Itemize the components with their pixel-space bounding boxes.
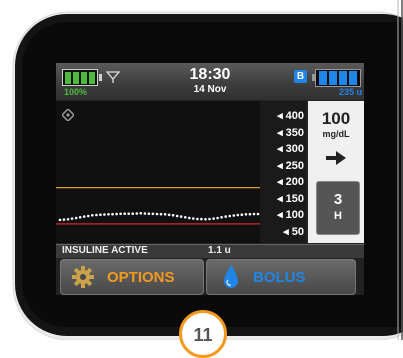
options-label: OPTIONS: [107, 269, 175, 286]
glucose-point: [232, 214, 236, 217]
glucose-point: [143, 212, 147, 215]
glucose-point: [135, 212, 139, 215]
glucose-point: [216, 216, 219, 220]
glucose-point: [179, 215, 183, 218]
glucose-graph: [56, 101, 260, 243]
callout-badge: 11: [179, 310, 227, 358]
scale-tick: ◂ 150: [277, 192, 304, 205]
glucose-point: [58, 218, 62, 222]
glucose-point: [184, 216, 187, 219]
glucose-point: [192, 217, 195, 220]
drop-icon: [224, 265, 238, 288]
glucose-point: [188, 216, 191, 220]
reservoir-icon: [312, 69, 361, 87]
glucose-point: [228, 214, 231, 218]
glucose-point: [248, 212, 252, 216]
glucose-point: [115, 212, 118, 216]
glucose-point: [167, 213, 171, 217]
callout-number: 11: [193, 325, 213, 345]
glucose-point: [212, 217, 215, 220]
hours-value: 3: [333, 191, 343, 208]
glucose-point: [99, 213, 102, 216]
glucose-point: [244, 213, 248, 216]
glucose-unit: mg/dL: [322, 129, 350, 139]
insulin-active-value: 1.1 u: [208, 245, 231, 256]
insulin-active-label: INSULINE ACTIVE: [62, 245, 148, 256]
glucose-point: [220, 216, 223, 219]
glucose-point: [200, 217, 203, 221]
arrow-right-icon: [326, 151, 346, 165]
glucose-point: [139, 212, 143, 215]
pump-screen: 100% 18:30 14 Nov B 235 u ◂ 400 ◂ 350 ◂ 30…: [56, 63, 364, 295]
glucose-point: [175, 214, 179, 218]
pump-device: 100% 18:30 14 Nov B 235 u ◂ 400 ◂ 350 ◂ 30…: [0, 0, 403, 358]
glucose-point: [103, 213, 106, 216]
glucose-point: [111, 212, 114, 216]
bluetooth-badge: B: [294, 70, 307, 83]
clock-time: 18:30: [189, 66, 231, 83]
glucose-point: [131, 212, 134, 215]
battery-percent: 100%: [64, 87, 88, 97]
signal-icon: [106, 71, 120, 83]
glucose-point: [208, 217, 211, 221]
glucose-point: [107, 213, 110, 216]
glucose-point: [240, 213, 244, 216]
glucose-point: [66, 218, 70, 221]
glucose-point: [95, 213, 98, 217]
glucose-point: [91, 214, 94, 217]
bolus-button[interactable]: BOLUS: [206, 259, 356, 295]
glucose-point: [196, 217, 199, 221]
hours-button[interactable]: 3 H: [316, 181, 360, 235]
insulin-active-bar: INSULINE ACTIVE 1.1 u: [56, 244, 364, 258]
glucose-point: [159, 212, 163, 216]
clock-date: 14 Nov: [193, 84, 227, 95]
glucose-point: [171, 214, 175, 217]
scale-tick: ◂ 100: [277, 209, 304, 221]
glucose-value: 100: [321, 109, 351, 128]
glucose-point: [252, 212, 256, 216]
hours-unit: H: [334, 210, 342, 222]
scale-tick: ◂ 400: [277, 110, 304, 122]
glucose-point: [62, 218, 66, 221]
glucose-point: [123, 212, 126, 215]
battery-icon: [62, 69, 102, 86]
scale-tick: ◂ 300: [277, 143, 304, 155]
glucose-point: [78, 216, 82, 219]
glucose-point: [151, 212, 155, 216]
insulin-units: 235 u: [338, 87, 362, 97]
options-button[interactable]: OPTIONS: [60, 259, 204, 295]
glucose-point: [163, 213, 167, 216]
scale-tick: ◂ 200: [277, 176, 304, 188]
scale-tick: ◂ 50: [283, 225, 304, 238]
glucose-point: [256, 212, 260, 216]
scale-tick: ◂ 350: [277, 126, 304, 139]
glucose-point: [204, 218, 207, 221]
bolus-label: BOLUS: [253, 269, 306, 286]
glucose-scale: ◂ 400 ◂ 350 ◂ 300 ◂ 250 ◂ 200 ◂ 150 ◂ 100 ◂ 50: [260, 101, 306, 243]
glucose-point: [147, 212, 151, 215]
glucose-point: [236, 213, 240, 217]
glucose-point: [155, 212, 159, 216]
glucose-point: [224, 215, 227, 218]
gear-icon: [72, 266, 94, 288]
glucose-point: [74, 216, 78, 220]
glucose-panel: 100 mg/dL 3 H: [308, 101, 364, 243]
status-bar: 100% 18:30 14 Nov B 235 u: [56, 63, 364, 100]
glucose-point: [119, 212, 122, 216]
graph-plot: [56, 186, 260, 225]
glucose-point: [127, 212, 130, 215]
glucose-point: [82, 215, 86, 218]
glucose-point: [87, 214, 90, 218]
scale-tick: ◂ 250: [277, 159, 304, 172]
glucose-point: [70, 217, 74, 220]
